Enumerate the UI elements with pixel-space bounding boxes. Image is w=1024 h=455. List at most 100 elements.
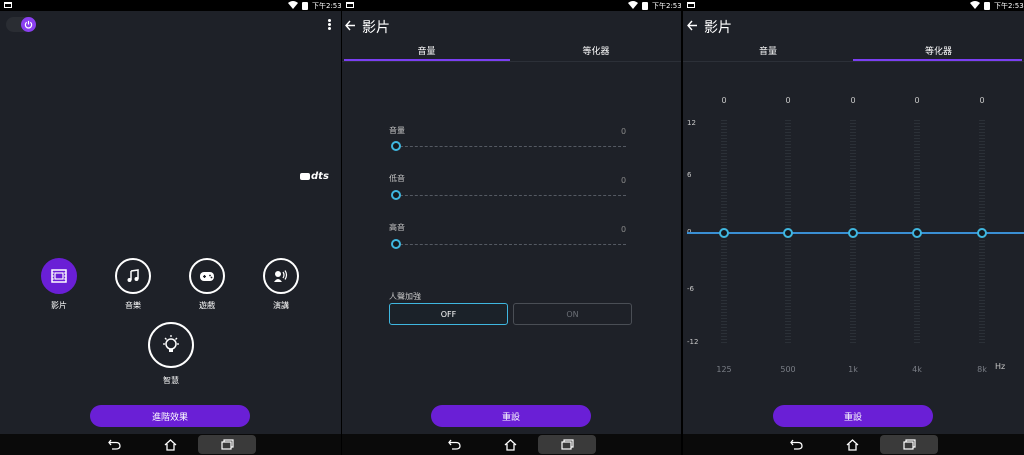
voice-enhance-on-button[interactable]: ON	[513, 303, 632, 325]
wifi-icon	[970, 1, 980, 9]
eq-band-label: 500	[780, 365, 796, 374]
treble-slider-track[interactable]	[395, 244, 626, 245]
back-icon	[447, 439, 461, 450]
recents-nav-button[interactable]	[538, 435, 596, 454]
music-mode-label: 音樂	[125, 301, 141, 310]
eq-band-knob-4k[interactable]	[912, 228, 922, 238]
eq-band-value: 0	[979, 96, 985, 105]
status-time: 下午2:53	[994, 2, 1024, 10]
status-bar: 下午2:53	[683, 0, 1024, 11]
bass-slider-track[interactable]	[395, 195, 626, 196]
home-icon	[846, 438, 858, 451]
home-nav-button[interactable]	[842, 435, 862, 454]
eq-band-label: 8k	[977, 365, 987, 374]
smart-mode-label: 智慧	[163, 376, 179, 385]
eq-band-knob-500[interactable]	[783, 228, 793, 238]
tab-volume[interactable]: 音量	[342, 44, 511, 57]
smart-mode-button[interactable]	[148, 322, 194, 368]
eq-y-tick: -6	[687, 285, 694, 293]
notification-icon	[346, 2, 354, 8]
overflow-menu-icon[interactable]	[328, 19, 332, 31]
nav-bar	[683, 434, 1024, 455]
equalizer-panel: 下午2:53 影片 音量 等化器 0 0 0 0 0 12 6 0 -6 -12…	[683, 0, 1024, 455]
eq-band-label: 125	[716, 365, 732, 374]
dts-home-panel: 下午2:53 dts 影片 音樂 遊戲 演講 智慧 進階效果	[0, 0, 341, 455]
status-time: 下午2:53	[312, 2, 341, 10]
nav-bar	[342, 434, 681, 455]
bass-slider-label: 低音	[389, 174, 405, 183]
power-icon	[21, 17, 36, 32]
film-mode-label: 影片	[51, 301, 67, 310]
battery-icon	[302, 2, 308, 10]
lightbulb-icon	[163, 335, 179, 352]
recents-icon	[560, 439, 574, 450]
back-icon	[789, 439, 803, 450]
reset-button[interactable]: 重設	[431, 405, 591, 427]
treble-slider-label: 高音	[389, 223, 405, 232]
bass-slider-knob[interactable]	[391, 190, 401, 200]
dts-logo: dts	[300, 171, 329, 182]
status-bar: 下午2:53	[0, 0, 341, 11]
tab-divider	[683, 61, 1024, 62]
film-icon	[51, 269, 67, 283]
volume-slider-knob[interactable]	[391, 141, 401, 151]
eq-y-tick: -12	[687, 338, 699, 346]
voice-enhance-off-button[interactable]: OFF	[389, 303, 508, 325]
status-time: 下午2:53	[652, 2, 681, 10]
eq-band-label: 4k	[912, 365, 922, 374]
gamepad-icon	[200, 271, 214, 281]
eq-band-value: 0	[914, 96, 920, 105]
eq-y-tick: 12	[687, 119, 696, 127]
tab-divider	[342, 61, 681, 62]
speaker-voice-icon	[274, 270, 288, 282]
page-title: 影片	[362, 20, 390, 36]
battery-icon	[642, 2, 648, 10]
home-nav-button[interactable]	[160, 435, 180, 454]
volume-slider-value: 0	[621, 127, 627, 136]
reset-button[interactable]: 重設	[773, 405, 933, 427]
home-nav-button[interactable]	[500, 435, 520, 454]
notification-icon	[4, 2, 12, 8]
notification-icon	[687, 2, 695, 8]
eq-band-value: 0	[785, 96, 791, 105]
treble-slider-knob[interactable]	[391, 239, 401, 249]
eq-band-value: 0	[850, 96, 856, 105]
wifi-icon	[628, 1, 638, 9]
volume-settings-panel: 下午2:53 影片 音量 等化器 音量 0 低音 0 高音 0 人聲加強 OFF…	[342, 0, 681, 455]
recents-icon	[220, 439, 234, 450]
recents-nav-button[interactable]	[198, 435, 256, 454]
eq-band-knob-125[interactable]	[719, 228, 729, 238]
tab-equalizer[interactable]: 等化器	[511, 44, 681, 57]
treble-slider-value: 0	[621, 225, 627, 234]
status-bar: 下午2:53	[342, 0, 681, 11]
recents-icon	[902, 439, 916, 450]
music-note-icon	[127, 269, 139, 282]
back-nav-button[interactable]	[786, 435, 806, 454]
voice-enhance-label: 人聲加強	[389, 292, 421, 301]
tab-volume[interactable]: 音量	[683, 44, 853, 57]
back-arrow-icon[interactable]	[345, 20, 356, 31]
film-mode-button[interactable]	[41, 258, 77, 294]
home-icon	[164, 438, 176, 451]
volume-slider-track[interactable]	[395, 146, 626, 147]
eq-band-knob-1k[interactable]	[848, 228, 858, 238]
back-nav-button[interactable]	[104, 435, 124, 454]
game-mode-button[interactable]	[189, 258, 225, 294]
bass-slider-value: 0	[621, 176, 627, 185]
tab-equalizer[interactable]: 等化器	[853, 44, 1024, 57]
recents-nav-button[interactable]	[880, 435, 938, 454]
music-mode-button[interactable]	[115, 258, 151, 294]
speech-mode-button[interactable]	[263, 258, 299, 294]
speech-mode-label: 演講	[273, 301, 289, 310]
eq-y-tick: 6	[687, 171, 692, 179]
eq-band-knob-8k[interactable]	[977, 228, 987, 238]
back-arrow-icon[interactable]	[687, 20, 698, 31]
back-nav-button[interactable]	[444, 435, 464, 454]
volume-slider-label: 音量	[389, 126, 405, 135]
battery-icon	[984, 2, 990, 10]
advanced-effects-button[interactable]: 進階效果	[90, 405, 250, 427]
back-icon	[107, 439, 121, 450]
page-title: 影片	[704, 20, 732, 36]
power-toggle[interactable]	[6, 17, 36, 32]
eq-band-label: 1k	[848, 365, 858, 374]
